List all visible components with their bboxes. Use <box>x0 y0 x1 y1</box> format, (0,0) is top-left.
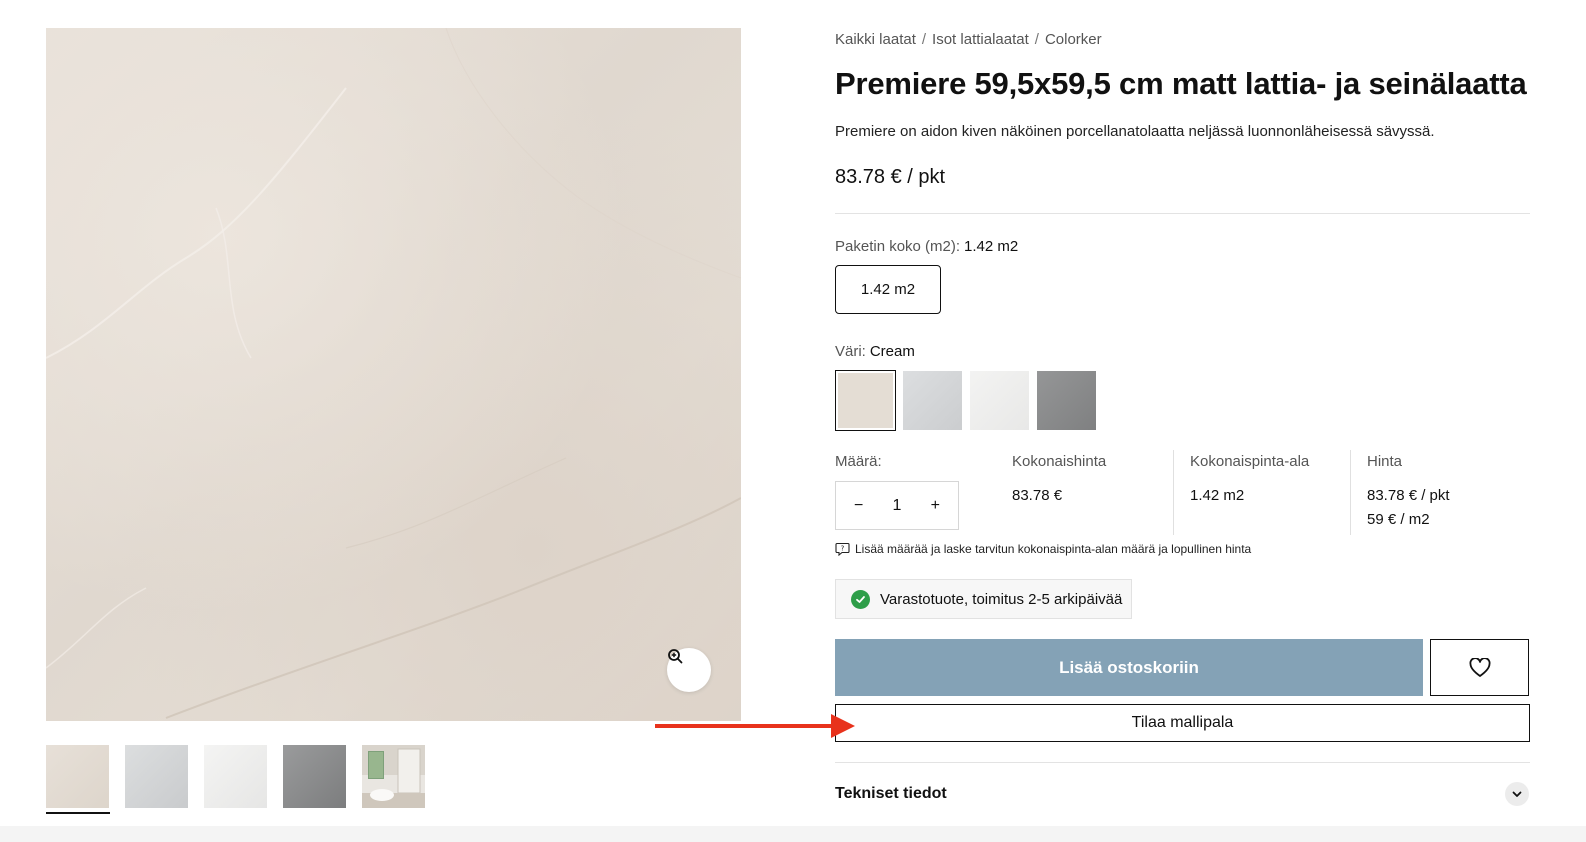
breadcrumb-separator: / <box>921 31 927 48</box>
color-label-text: Väri: <box>835 343 866 360</box>
decrease-button[interactable]: − <box>854 497 863 515</box>
total-area-value: 1.42 m2 <box>1190 487 1245 504</box>
thumbnail-active-indicator <box>46 812 110 814</box>
breadcrumb-separator: / <box>1034 31 1039 48</box>
total-price-value: 83.78 € <box>1012 487 1063 504</box>
price-per-package: 83.78 € / pkt <box>1367 487 1450 504</box>
package-size-label: Paketin koko (m2): 1.42 m2 <box>835 238 1018 255</box>
technical-details-toggle[interactable]: Tekniset tiedot <box>835 785 947 803</box>
total-price-label: Kokonaishinta <box>1012 453 1107 470</box>
help-bubble-icon: ? <box>835 542 850 556</box>
column-divider <box>1350 450 1351 535</box>
breadcrumb-link-all-tiles[interactable]: Kaikki laatat <box>835 31 916 48</box>
stock-status: Varastotuote, toimitus 2-5 arkipäivää <box>835 579 1132 619</box>
thumbnail-bathroom-scene[interactable] <box>362 745 425 808</box>
thumbnail-cream[interactable] <box>46 745 109 808</box>
order-sample-button[interactable]: Tilaa mallipala <box>835 704 1530 742</box>
product-price: 83.78 € / pkt <box>835 166 946 188</box>
total-area-label: Kokonaispinta-ala <box>1190 453 1310 470</box>
color-swatch-grey[interactable] <box>1037 371 1096 430</box>
price-label: Hinta <box>1367 453 1403 470</box>
zoom-in-icon <box>668 649 683 664</box>
breadcrumb-link-brand[interactable]: Colorker <box>1045 31 1102 48</box>
thumbnail-white[interactable] <box>204 745 267 808</box>
product-description: Premiere on aidon kiven näköinen porcell… <box>835 123 1435 140</box>
svg-text:?: ? <box>841 545 845 553</box>
breadcrumb: Kaikki laatat / Isot lattialaatat / Colorker <box>835 31 1102 48</box>
page-bottom-band <box>0 826 1586 842</box>
check-circle-icon <box>851 589 870 609</box>
color-selected: Cream <box>869 343 915 360</box>
add-to-cart-button[interactable]: Lisää ostoskoriin <box>835 639 1423 696</box>
product-title: Premiere 59,5x59,5 cm matt lattia- ja se… <box>835 66 1527 101</box>
divider <box>835 762 1530 763</box>
quantity-stepper: − 1 + <box>835 481 959 530</box>
quantity-value[interactable]: 1 <box>893 497 902 515</box>
thumbnail-grey[interactable] <box>283 745 346 808</box>
quantity-hint: ? Lisää määrää ja laske tarvitun kokonai… <box>835 541 1251 556</box>
price-per-m2: 59 € / m2 <box>1367 511 1430 528</box>
quantity-label: Määrä: <box>835 453 882 470</box>
zoom-button[interactable] <box>667 648 711 692</box>
total-price-column: Kokonaishinta 83.78 € <box>1012 453 1106 508</box>
wishlist-button[interactable] <box>1430 639 1529 696</box>
breadcrumb-link-large-floor-tiles[interactable]: Isot lattialaatat <box>932 31 1029 48</box>
price-column: Hinta 83.78 € / pkt 59 € / m2 <box>1367 453 1450 532</box>
red-arrow-annotation <box>655 714 855 738</box>
increase-button[interactable]: + <box>931 497 940 515</box>
chevron-down-icon[interactable] <box>1505 782 1529 806</box>
thumbnail-light-grey[interactable] <box>125 745 188 808</box>
divider <box>835 213 1530 214</box>
color-label: Väri: Cream <box>835 343 915 360</box>
quantity-hint-text: Lisää määrää ja laske tarvitun kokonaisp… <box>855 541 1252 556</box>
color-swatch-white[interactable] <box>970 371 1029 430</box>
stock-status-text: Varastotuote, toimitus 2-5 arkipäivää <box>880 590 1123 608</box>
color-swatch-light-grey[interactable] <box>903 371 962 430</box>
package-size-option[interactable]: 1.42 m2 <box>835 265 941 314</box>
column-divider <box>1173 450 1174 535</box>
heart-icon <box>1469 657 1490 677</box>
color-swatch-cream[interactable] <box>835 370 896 431</box>
package-size-selected: 1.42 m2 <box>964 238 1019 255</box>
package-size-label-text: Paketin koko (m2): <box>835 238 961 255</box>
total-area-column: Kokonaispinta-ala 1.42 m2 <box>1190 453 1309 508</box>
product-main-image[interactable] <box>46 28 741 721</box>
